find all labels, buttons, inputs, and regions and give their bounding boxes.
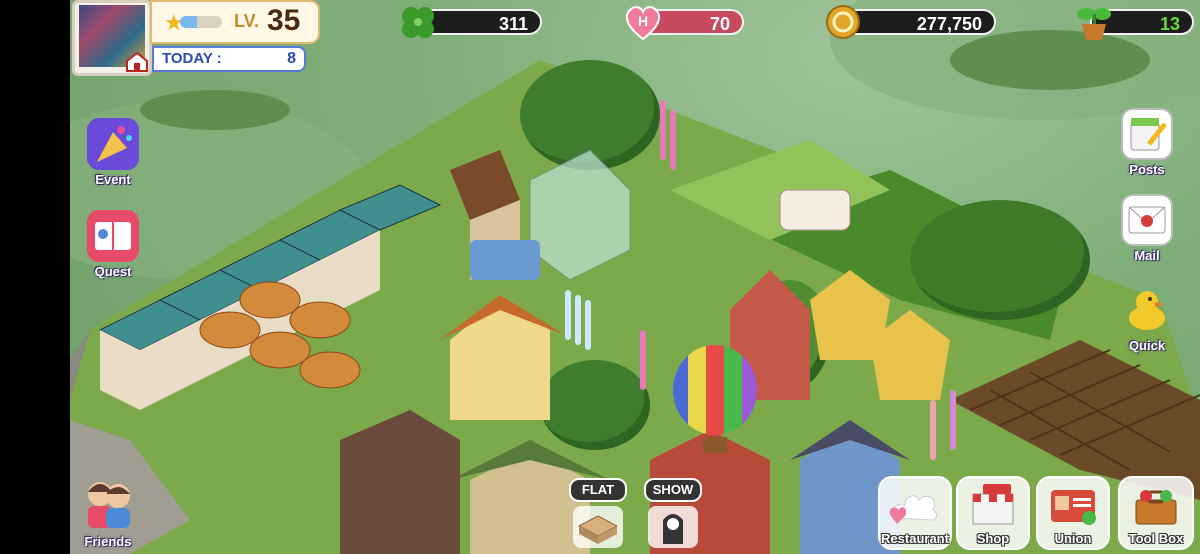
envelope-icon: [1121, 194, 1173, 246]
friends-button[interactable]: Friends: [72, 476, 144, 549]
today-value: 8: [287, 50, 296, 67]
player-avatar[interactable]: [72, 0, 152, 76]
friends-icon: [78, 476, 138, 532]
hot-air-balloon: [673, 345, 757, 453]
restaurant-label: Restaurant: [881, 531, 949, 546]
level-value: 35: [267, 4, 301, 37]
toolbox-icon: [1120, 478, 1192, 534]
union-card-icon: [1038, 478, 1108, 534]
party-popper-icon: [87, 118, 139, 170]
friends-label: Friends: [84, 534, 132, 549]
coins-value: 277,750: [916, 14, 982, 34]
event-label: Event: [95, 172, 131, 187]
coin-icon: [824, 4, 862, 40]
posts-label: Posts: [1129, 162, 1165, 177]
toolbox-button[interactable]: Tool Box: [1118, 476, 1194, 550]
quick-button[interactable]: Quick: [1112, 284, 1182, 353]
heart-icon: H: [622, 2, 664, 42]
xp-bar: [180, 16, 222, 28]
quest-label: Quest: [94, 264, 132, 279]
today-label: TODAY :: [162, 50, 222, 67]
level-panel: ★ LV. 35: [150, 0, 320, 44]
quick-label: Quick: [1128, 338, 1166, 353]
quest-button[interactable]: Quest: [78, 210, 148, 279]
coins-counter[interactable]: 277,750: [842, 9, 996, 35]
clover-icon: [398, 4, 438, 40]
mail-label: Mail: [1134, 248, 1160, 263]
union-button[interactable]: Union: [1036, 476, 1110, 550]
today-panel: TODAY : 8: [152, 46, 306, 72]
sprout-pot-icon: [1074, 2, 1114, 42]
shop-label: Shop: [976, 531, 1010, 546]
show-person-icon: [648, 506, 698, 548]
event-button[interactable]: Event: [78, 118, 148, 187]
show-label: SHOW: [644, 478, 702, 502]
posts-button[interactable]: Posts: [1112, 108, 1182, 177]
shop-button[interactable]: Shop: [956, 476, 1030, 550]
clover-value: 311: [498, 14, 528, 34]
game-scene[interactable]: [70, 0, 1200, 554]
flat-toggle[interactable]: FLAT: [565, 478, 631, 550]
hearts-value: 70: [709, 14, 730, 34]
shop-icon: [958, 478, 1028, 534]
mail-button[interactable]: Mail: [1112, 194, 1182, 263]
duck-icon: [1121, 284, 1173, 336]
home-icon: [125, 51, 149, 73]
union-label: Union: [1054, 531, 1092, 546]
house-row: [98, 100, 956, 554]
restaurant-button[interactable]: Restaurant: [878, 476, 952, 550]
sprouts-value: 13: [1159, 14, 1180, 34]
quest-book-icon: [87, 210, 139, 262]
toolbox-label: Tool Box: [1128, 531, 1184, 546]
flat-box-icon: [573, 506, 623, 548]
level-label: LV.: [234, 11, 260, 31]
svg-text:H: H: [638, 13, 648, 29]
flat-label: FLAT: [569, 478, 627, 502]
chef-hat-icon: [880, 478, 950, 534]
notepad-pencil-icon: [1121, 108, 1173, 160]
show-toggle[interactable]: SHOW: [640, 478, 706, 550]
left-bezel: [0, 0, 70, 554]
